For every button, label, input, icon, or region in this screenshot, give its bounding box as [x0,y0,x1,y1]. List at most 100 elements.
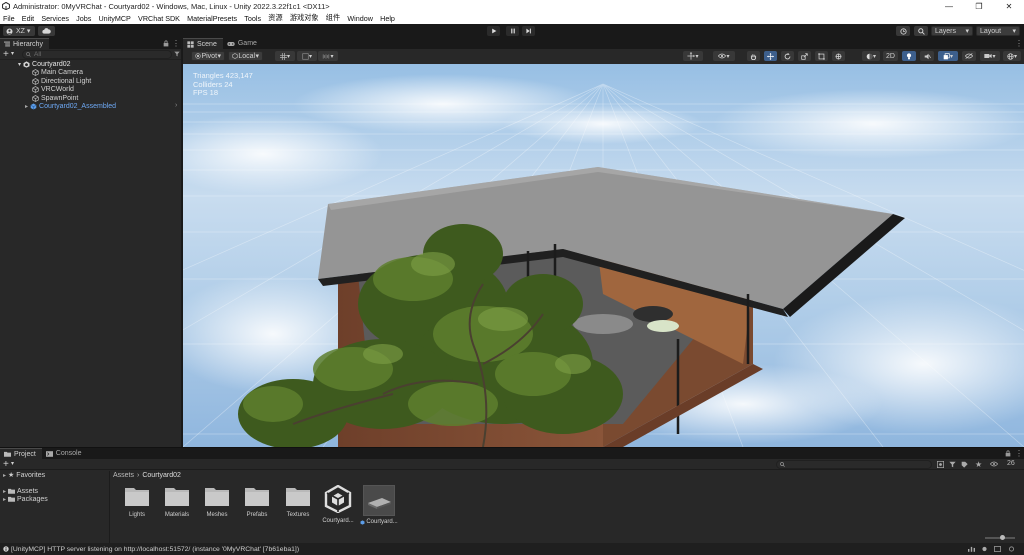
layout-dropdown[interactable]: Layout ▾ [976,26,1020,36]
packages-row[interactable]: ▸ Packages [3,495,48,503]
lock-icon[interactable] [1005,450,1011,457]
lighting-toggle-button[interactable] [902,51,916,61]
hidden-objects-toggle[interactable] [962,51,976,61]
menu-vrchat-sdk[interactable]: VRChat SDK [138,14,180,23]
breadcrumb-courtyard02[interactable]: Courtyard02 [142,472,181,479]
tag-icon[interactable] [961,461,968,468]
menu-file[interactable]: File [3,14,15,23]
progress-icon[interactable] [1008,546,1015,552]
menu-material-presets[interactable]: MaterialPresets [187,14,237,23]
hand-tool-button[interactable] [747,51,760,61]
filter-icon[interactable] [174,51,180,57]
hierarchy-item-prefab[interactable]: ▸ Courtyard02_Assembled [25,102,116,110]
menu-unitymcp[interactable]: UnityMCP [98,14,130,23]
hierarchy-item-spawnpoint[interactable]: SpawnPoint [32,94,78,102]
hierarchy-item-label: VRCWorld [41,85,74,93]
account-dropdown[interactable]: XZ ▾ [3,26,35,36]
chevron-right-icon[interactable]: ▸ [25,103,28,110]
transform-tool-button[interactable] [832,51,845,61]
hierarchy-scene-row[interactable]: ▾ Courtyard02 [18,60,71,68]
lock-icon[interactable] [163,40,169,47]
chevron-right-icon[interactable]: ▸ [3,472,6,479]
more-options-icon[interactable]: ⋮ [1015,449,1023,458]
tab-hierarchy[interactable]: Hierarchy [0,38,49,49]
effects-dropdown[interactable]: ▾ [938,51,958,61]
tab-scene[interactable]: Scene [183,38,223,49]
visibility-icon[interactable] [990,461,998,467]
step-button[interactable] [522,26,535,36]
menu-jobs[interactable]: Jobs [76,14,91,23]
asset-folder-prefabs[interactable]: Prefabs [237,485,277,518]
minimize-button[interactable]: — [934,0,964,12]
asset-folder-meshes[interactable]: Meshes [197,485,237,518]
cache-icon[interactable] [994,546,1001,552]
chart-icon[interactable] [968,546,975,552]
scale-tool-button[interactable] [798,51,811,61]
search-button[interactable] [914,26,928,36]
menu-edit[interactable]: Edit [22,14,34,23]
menu-component[interactable]: 组件 [326,13,340,23]
project-search-input[interactable] [776,460,932,469]
menu-assets[interactable]: 资源 [268,13,282,23]
move-tool-button[interactable] [764,51,777,61]
view-options-button[interactable]: ▾ [683,51,703,61]
history-icon [899,27,907,35]
gizmos-visibility-button[interactable]: ▾ [713,51,735,61]
audio-toggle-button[interactable] [920,51,934,61]
filter-icon[interactable] [949,461,956,468]
draw-mode-button[interactable]: ▾ [862,51,880,61]
more-options-icon[interactable]: ⋮ [172,39,180,48]
chevron-right-icon[interactable]: › [175,102,177,109]
menu-tools[interactable]: Tools [244,14,261,23]
menu-window[interactable]: Window [347,14,373,23]
menu-services[interactable]: Services [41,14,69,23]
grid-snap-button[interactable]: ▾ [275,51,295,61]
lighting-icon[interactable] [981,546,988,552]
more-options-icon[interactable]: ⋮ [1015,39,1023,48]
tab-game[interactable]: Game [222,38,263,49]
breadcrumb-assets[interactable]: Assets [113,472,134,479]
add-icon[interactable]: + [3,459,9,470]
scene-viewport[interactable]: Triangles 423,147 Colliders 24 FPS 18 [183,64,1024,447]
camera-dropdown[interactable]: ▾ [980,51,1000,61]
chevron-down-icon[interactable]: ▾ [11,460,14,467]
gizmos-dropdown[interactable]: ▾ [1003,51,1021,61]
add-icon[interactable]: + [3,49,9,60]
close-button[interactable]: ✕ [994,0,1024,12]
hierarchy-item-vrcworld[interactable]: VRCWorld [32,85,74,93]
chevron-right-icon[interactable]: ▸ [3,496,6,503]
pause-button[interactable] [506,26,519,36]
asset-scene-courtyard[interactable]: Courtyard... [318,484,358,524]
asset-prefab-courtyard[interactable]: Courtyard... [359,485,399,525]
increment-snap-button[interactable]: ▾ [318,51,338,61]
local-dropdown[interactable]: Local ▾ [228,51,263,61]
hierarchy-search-input[interactable]: All [22,50,172,59]
asset-folder-materials[interactable]: Materials [157,485,197,518]
layers-dropdown[interactable]: Layers ▾ [931,26,973,36]
history-button[interactable] [896,26,910,36]
rect-tool-button[interactable] [815,51,828,61]
asset-folder-lights[interactable]: Lights [117,485,157,518]
assets-row[interactable]: ▸ Assets [3,487,38,495]
menu-help[interactable]: Help [380,14,395,23]
hierarchy-item-main-camera[interactable]: Main Camera [32,68,83,76]
2d-toggle-button[interactable]: 2D [883,51,898,61]
snap-increment-button[interactable]: ▾ [297,51,317,61]
search-by-type-icon[interactable] [937,461,944,468]
play-button[interactable] [487,26,500,36]
cloud-button[interactable] [38,26,55,36]
tab-console[interactable]: Console [41,448,88,459]
pivot-dropdown[interactable]: Pivot ▾ [191,51,225,61]
chevron-right-icon[interactable]: ▸ [3,488,6,495]
rotate-tool-button[interactable] [781,51,794,61]
favorites-row[interactable]: ▸ ★ Favorites [3,471,45,480]
hierarchy-item-directional-light[interactable]: Directional Light [32,77,91,85]
tab-project[interactable]: Project [0,448,42,459]
menu-gameobject[interactable]: 游戏对象 [290,13,319,23]
star-icon[interactable]: ★ [975,460,982,469]
zoom-slider-handle[interactable] [1000,535,1005,540]
chevron-down-icon[interactable]: ▾ [11,50,14,57]
maximize-button[interactable]: ❐ [964,0,994,12]
asset-folder-textures[interactable]: Textures [278,485,318,518]
chevron-down-icon[interactable]: ▾ [18,61,21,68]
